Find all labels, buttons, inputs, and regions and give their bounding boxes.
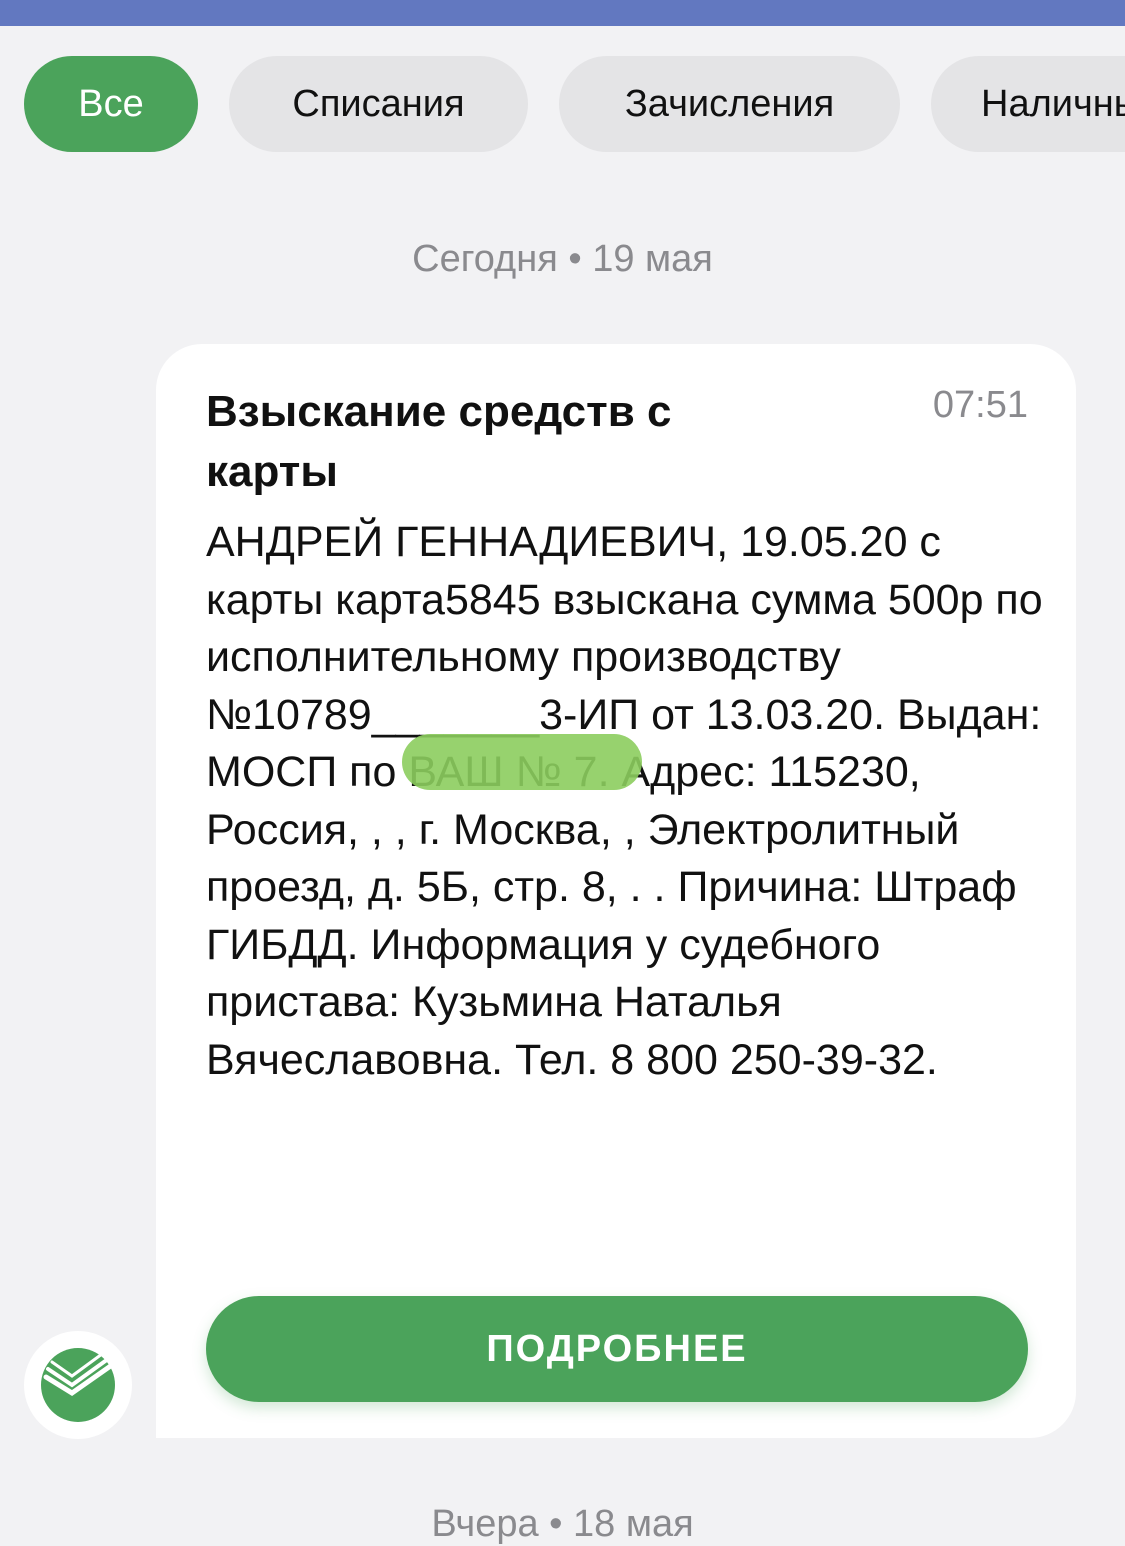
details-button[interactable]: ПОДРОБНЕЕ — [206, 1296, 1028, 1402]
date-separator-today: Сегодня • 19 мая — [412, 238, 713, 280]
filter-chips: Все Списания Зачисления Наличные — [24, 56, 1125, 152]
message-time: 07:51 — [932, 384, 1028, 426]
message-card: Взыскание средств с карты 07:51 АНДРЕЙ Г… — [156, 344, 1076, 1438]
filter-chip-cash[interactable]: Наличные — [931, 56, 1125, 152]
message-title: Взыскание средств с карты — [206, 387, 672, 496]
filter-chip-all[interactable]: Все — [24, 56, 198, 152]
filter-chip-credits[interactable]: Зачисления — [559, 56, 900, 152]
top-bar — [0, 0, 1125, 26]
date-separator-yesterday: Вчера • 18 мая — [431, 1503, 694, 1545]
sender-avatar[interactable] — [24, 1331, 132, 1439]
filter-chip-debits[interactable]: Списания — [229, 56, 528, 152]
redaction-mark — [402, 734, 642, 790]
message-body: АНДРЕЙ ГЕННАДИЕВИЧ, 19.05.20 с карты кар… — [206, 518, 1043, 1084]
